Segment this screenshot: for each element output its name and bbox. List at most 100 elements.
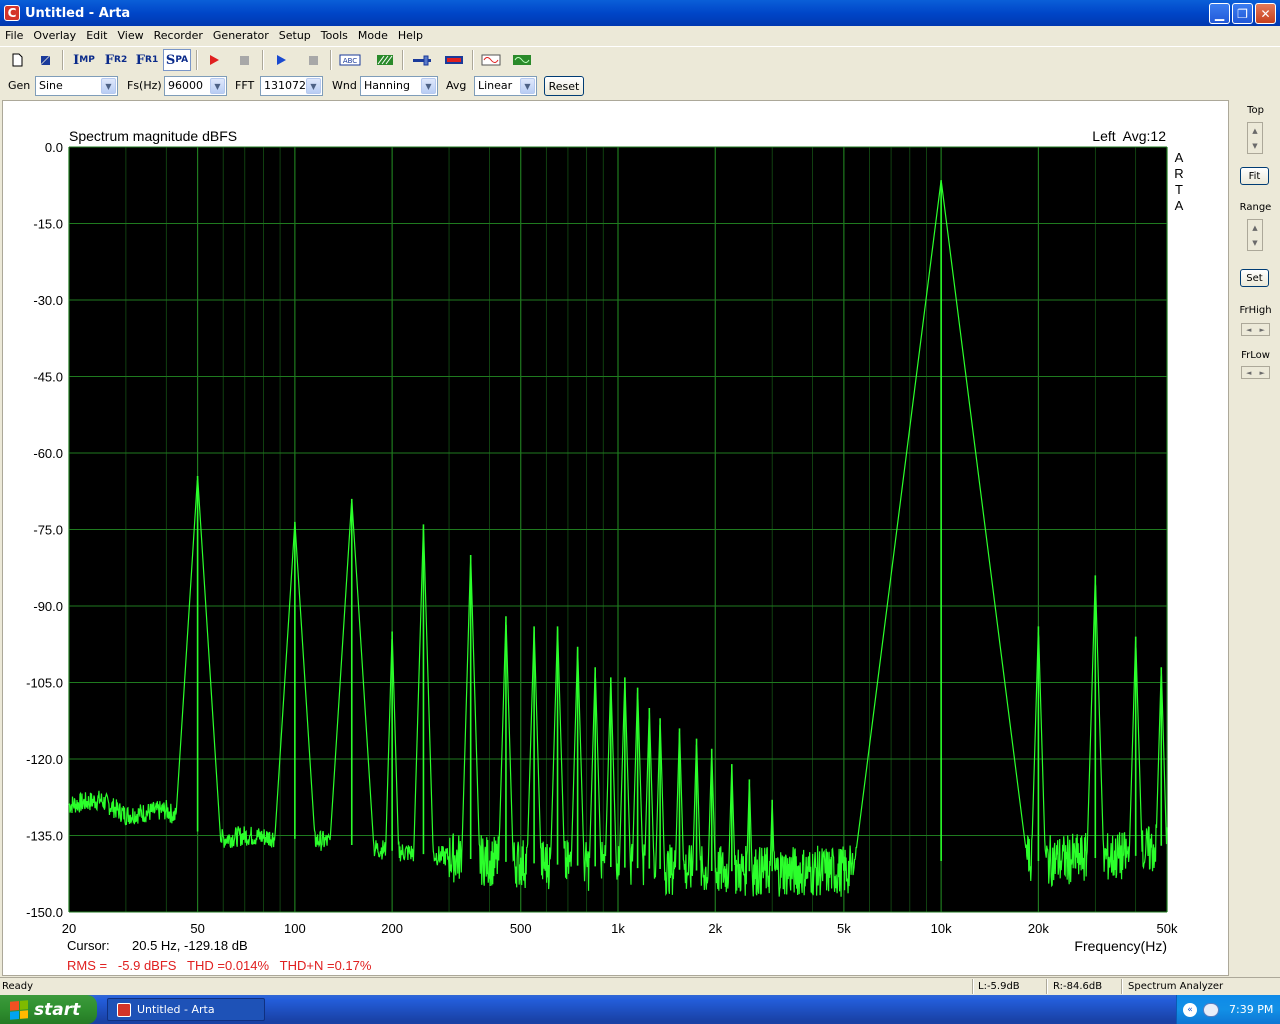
toolbar: I MP F R2 F R1 S PA ABC [0,46,1280,72]
generator-select[interactable]: Sine ▼ [35,76,118,96]
level-meter-button[interactable] [442,49,466,71]
impedance-mode-button[interactable]: I MP [70,49,98,71]
y-tick-label: -15.0 [33,217,63,232]
taskbar-item-arta[interactable]: Untitled - Arta [107,998,265,1021]
y-tick-label: -75.0 [33,523,63,538]
y-tick-label: -120.0 [26,752,63,767]
tray-expand-icon[interactable]: « [1183,1002,1197,1017]
range-label: Range [1239,202,1272,213]
y-tick-label: 0.0 [45,140,63,155]
avg-label: Avg [446,79,467,92]
frhigh-spinner[interactable]: ◄ ► [1241,323,1270,336]
cursor-label: Cursor: [67,938,110,953]
x-tick-label: 5k [837,921,851,936]
menu-tools[interactable]: Tools [316,29,353,42]
app-icon [117,1002,131,1017]
slider-button[interactable] [410,49,434,71]
play-red-icon [210,55,219,65]
spin-right-icon[interactable]: ► [1256,367,1270,378]
menu-overlay[interactable]: Overlay [28,29,81,42]
play-button[interactable] [270,49,292,71]
start-button[interactable]: start [0,995,97,1024]
menu-generator[interactable]: Generator [208,29,274,42]
range-spinner[interactable]: ▲ ▼ [1247,219,1263,251]
spin-up-icon[interactable]: ▲ [1248,220,1262,235]
menu-file[interactable]: File [0,29,28,42]
menu-recorder[interactable]: Recorder [149,29,208,42]
gen-label: Gen [8,79,31,92]
chevron-down-icon: ▼ [520,78,535,94]
control-row: Gen Sine ▼ Fs(Hz) 96000 ▼ FFT 131072 ▼ W… [0,73,1280,99]
x-tick-label: 1k [611,921,625,936]
y-tick-label: -60.0 [33,446,63,461]
arrow-cursor-icon [41,56,50,65]
svg-text:ABC: ABC [343,57,357,65]
menu-view[interactable]: View [113,29,149,42]
menu-mode[interactable]: Mode [353,29,393,42]
status-left-level: L:-5.9dB [978,981,1020,992]
hatch-icon [377,55,393,65]
play-blue-icon [277,55,286,65]
record-button[interactable] [203,49,225,71]
y-tick-label: -45.0 [33,370,63,385]
cursor-readout: 20.5 Hz, -129.18 dB [132,938,248,953]
spectrum-plot[interactable]: Spectrum magnitude dBFS Left Avg:12 0.0 -… [3,101,1230,977]
set-button[interactable]: Set [1240,269,1269,287]
app-icon[interactable]: C [4,5,20,21]
stop-record-button[interactable] [233,49,255,71]
metrics-readout: RMS = -5.9 dBFS THD =0.014% THD+N =0.17% [67,958,372,973]
hatch-button[interactable] [374,49,396,71]
frlow-spinner[interactable]: ◄ ► [1241,366,1270,379]
fft-label: FFT [235,79,255,92]
y-tick-label: -150.0 [26,905,63,920]
signal-button[interactable] [479,49,503,71]
x-tick-label: 20k [1028,921,1049,936]
right-panel: Top ▲ ▼ Fit Range ▲ ▼ Set FrHigh ◄ ► FrL… [1231,100,1280,976]
fft-size-select[interactable]: 131072 ▼ [260,76,323,96]
samplerate-select[interactable]: 96000 ▼ [164,76,227,96]
tray-app-icon[interactable] [1203,1002,1219,1017]
spin-right-icon[interactable]: ► [1256,324,1270,335]
scope-button[interactable] [510,49,534,71]
system-tray: « 7:39 PM [1176,995,1280,1024]
spa-mode-button[interactable]: S PA [163,49,191,71]
fit-button[interactable]: Fit [1240,167,1269,185]
window-select[interactable]: Hanning ▼ [360,76,438,96]
taskbar: start Untitled - Arta « 7:39 PM [0,995,1280,1024]
menu-help[interactable]: Help [393,29,428,42]
spin-left-icon[interactable]: ◄ [1242,367,1256,378]
level-meter-icon [445,56,463,64]
fr2-mode-button[interactable]: F R2 [102,49,130,71]
x-tick-label: 500 [510,921,532,936]
restore-button[interactable]: ❐ [1232,3,1253,24]
top-spinner[interactable]: ▲ ▼ [1247,122,1263,154]
slider-icon [413,55,431,66]
y-tick-label: -30.0 [33,293,63,308]
abc-button[interactable]: ABC [337,49,363,71]
scope-icon [513,55,531,65]
clock: 7:39 PM [1229,1003,1274,1016]
arta-side-letters: ARTA [1174,150,1183,213]
x-axis-label: Frequency(Hz) [1074,938,1167,954]
reset-button[interactable]: Reset [544,76,584,96]
spin-up-icon[interactable]: ▲ [1248,123,1262,138]
status-mode: Spectrum Analyzer [1128,981,1224,992]
close-button[interactable]: ✕ [1255,3,1276,24]
new-file-button[interactable] [6,49,28,71]
side-letter: A [1175,198,1184,213]
spin-left-icon[interactable]: ◄ [1242,324,1256,335]
menu-edit[interactable]: Edit [81,29,112,42]
averaging-select[interactable]: Linear ▼ [474,76,537,96]
menu-setup[interactable]: Setup [274,29,316,42]
fr1-mode-button[interactable]: F R1 [133,49,161,71]
windows-logo-icon [10,999,28,1020]
minimize-button[interactable]: ▁ [1209,3,1230,24]
x-tick-label: 20 [62,921,76,936]
spin-down-icon[interactable]: ▼ [1248,235,1262,250]
x-tick-label: 2k [708,921,722,936]
sine-wave-icon [481,54,501,66]
stop-play-button[interactable] [302,49,324,71]
menu-bar: File Overlay Edit View Recorder Generato… [0,26,1280,45]
spin-down-icon[interactable]: ▼ [1248,138,1262,153]
pointer-button[interactable] [34,49,56,71]
